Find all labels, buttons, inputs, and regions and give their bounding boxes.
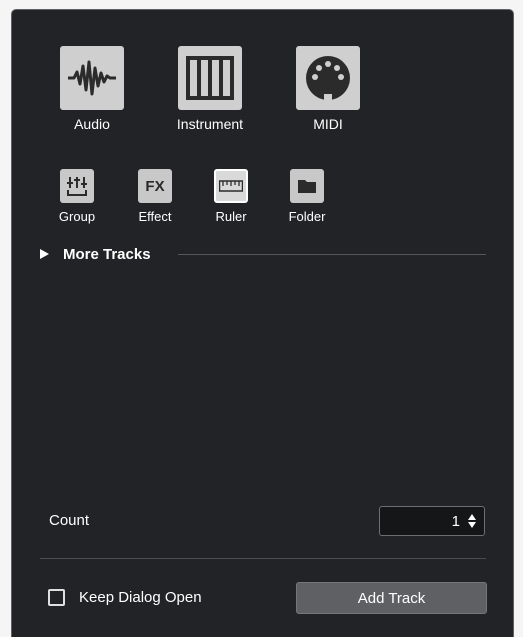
expand-triangle-icon <box>40 249 49 259</box>
piano-keys-icon <box>186 56 234 100</box>
group-label: Group <box>58 209 96 224</box>
footer-divider <box>40 558 486 559</box>
instrument-label: Instrument <box>176 116 244 132</box>
audio-waveform-icon <box>68 60 116 96</box>
effect-track-button[interactable]: FX <box>138 169 172 203</box>
more-tracks-label: More Tracks <box>63 245 151 263</box>
count-input[interactable]: 1 <box>379 506 485 536</box>
folder-track-button[interactable] <box>290 169 324 203</box>
instrument-track-button[interactable] <box>178 46 242 110</box>
ruler-label: Ruler <box>215 209 247 224</box>
count-label: Count <box>49 512 90 529</box>
audio-track-button[interactable] <box>60 46 124 110</box>
add-track-dialog: Audio Instrument MIDI Group FX Effect Ru… <box>11 9 514 637</box>
ruler-icon <box>219 180 243 192</box>
ruler-track-button[interactable] <box>214 169 248 203</box>
decrement-arrow-icon[interactable] <box>468 522 476 528</box>
keep-dialog-open-checkbox[interactable] <box>48 589 65 606</box>
more-tracks-divider <box>178 254 486 255</box>
keep-dialog-open-label[interactable]: Keep Dialog Open <box>79 589 202 606</box>
more-tracks-expander[interactable]: More Tracks <box>40 244 151 264</box>
midi-track-button[interactable] <box>296 46 360 110</box>
group-fader-icon <box>67 177 87 196</box>
midi-connector-icon <box>306 56 350 100</box>
count-value[interactable]: 1 <box>452 513 460 530</box>
add-track-button[interactable]: Add Track <box>296 582 487 614</box>
group-track-button[interactable] <box>60 169 94 203</box>
count-stepper[interactable] <box>468 514 476 528</box>
increment-arrow-icon[interactable] <box>468 514 476 520</box>
fx-icon: FX <box>145 177 165 195</box>
effect-label: Effect <box>138 209 172 224</box>
folder-icon <box>298 180 316 193</box>
audio-label: Audio <box>74 116 110 132</box>
folder-label: Folder <box>288 209 326 224</box>
midi-label: MIDI <box>313 116 343 132</box>
